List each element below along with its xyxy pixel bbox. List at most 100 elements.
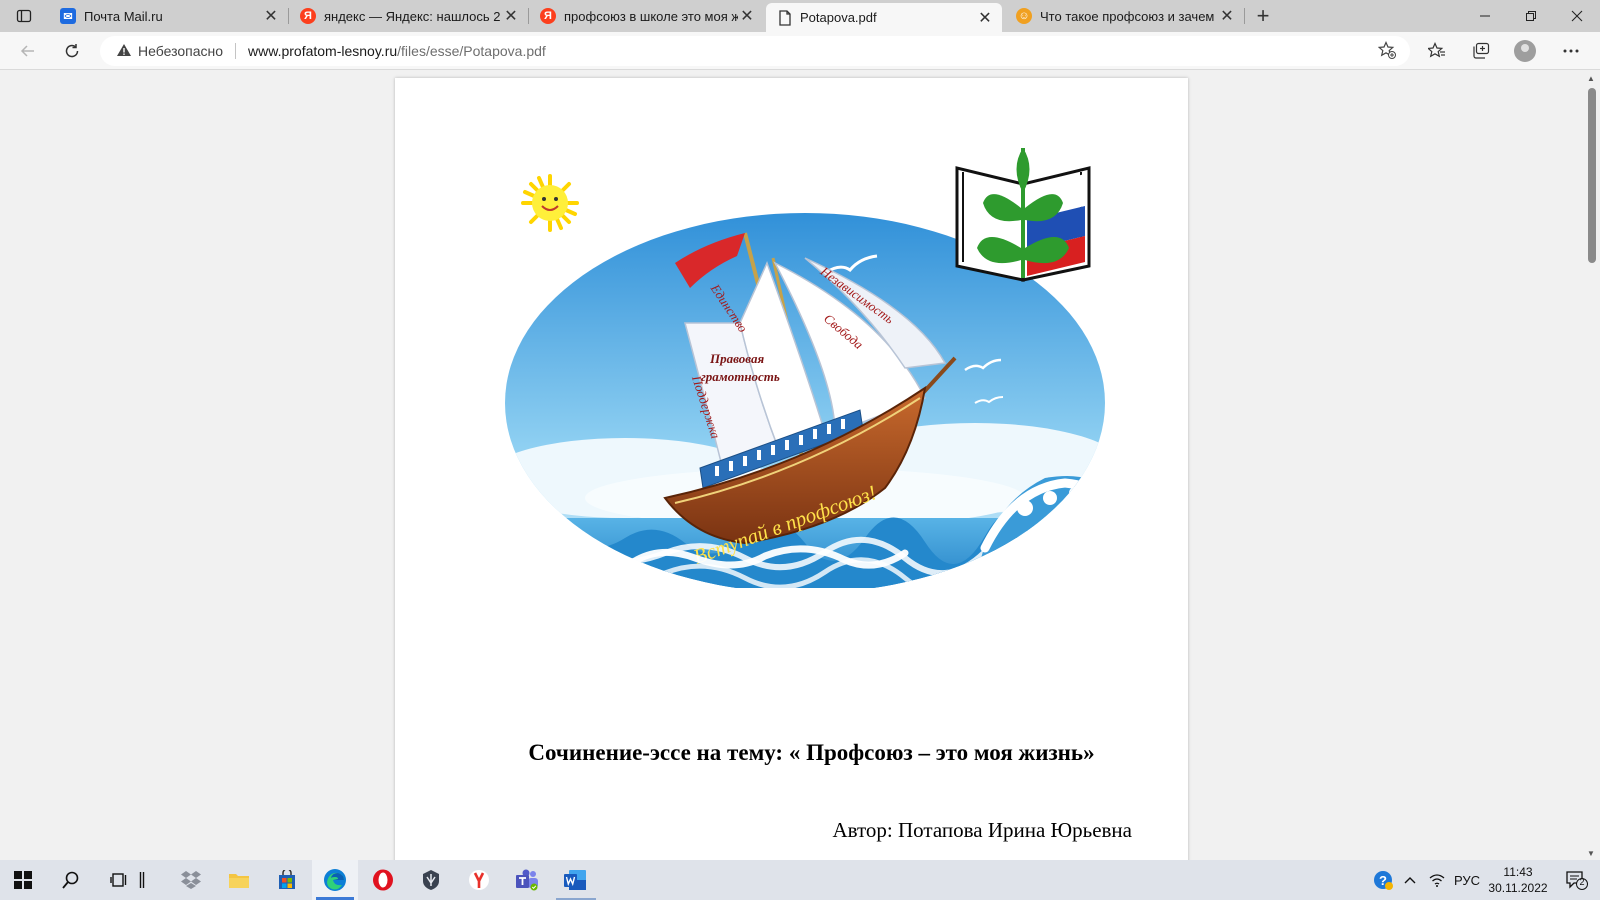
tab-actions-icon bbox=[16, 9, 32, 23]
profsoyuz-emblem-logo bbox=[955, 148, 1091, 282]
file-explorer-app[interactable] bbox=[216, 860, 262, 900]
task-view-icon bbox=[110, 873, 127, 887]
address-bar[interactable]: Небезопасно www.profatom-lesnoy.ru/files… bbox=[100, 36, 1410, 66]
security-status[interactable]: Небезопасно bbox=[138, 43, 223, 59]
scrollbar-thumb[interactable] bbox=[1588, 88, 1596, 263]
world-of-warships-app[interactable] bbox=[408, 860, 454, 900]
new-tab-button[interactable]: + bbox=[1250, 3, 1276, 28]
dropbox-app[interactable] bbox=[168, 860, 214, 900]
minimize-button[interactable] bbox=[1462, 0, 1508, 32]
microsoft-store-app[interactable] bbox=[264, 860, 310, 900]
start-button[interactable] bbox=[0, 860, 46, 900]
url-host: www.profatom-lesnoy.ru bbox=[248, 43, 398, 59]
tab-potapova-pdf[interactable]: Potapova.pdf ✕ bbox=[766, 3, 1002, 32]
pdf-viewer[interactable]: Единство Независимость Свобода Правовая … bbox=[0, 70, 1584, 860]
store-bag-icon bbox=[279, 870, 295, 889]
tab-title: Почта Mail.ru bbox=[84, 8, 163, 24]
tab-yandex-profsoyuz[interactable]: Я профсоюз в школе это моя жизнь ✕ bbox=[528, 0, 764, 32]
search-icon bbox=[62, 871, 79, 889]
back-arrow-icon bbox=[20, 45, 34, 57]
dropbox-icon bbox=[181, 871, 201, 889]
yandex-icon: Я bbox=[540, 8, 556, 24]
notification-count: 2 bbox=[1579, 877, 1585, 887]
show-hidden-icons-button[interactable] bbox=[1398, 860, 1422, 900]
restore-button[interactable] bbox=[1508, 0, 1554, 32]
refresh-icon bbox=[65, 44, 79, 58]
profile-icon: ☺ bbox=[1016, 8, 1032, 24]
notifications-button[interactable]: 2 bbox=[1560, 860, 1594, 900]
vertical-scrollbar[interactable]: ▲ ▼ bbox=[1584, 70, 1600, 860]
warships-icon bbox=[423, 870, 439, 890]
edge-browser-icon bbox=[324, 869, 346, 891]
yandex-icon: Я bbox=[300, 8, 316, 24]
close-tab-icon[interactable]: ✕ bbox=[502, 7, 520, 25]
tab-title: Что такое профсоюз и зачем он bbox=[1040, 8, 1218, 24]
tab-mail[interactable]: ✉ Почта Mail.ru ✕ bbox=[48, 0, 289, 32]
taskbar-divider-icon bbox=[130, 860, 154, 900]
close-tab-icon[interactable]: ✕ bbox=[262, 7, 280, 25]
teams-icon bbox=[516, 869, 538, 891]
tab-separator bbox=[1244, 8, 1245, 24]
more-dots-icon bbox=[1563, 49, 1579, 53]
browser-toolbar: Небезопасно www.profatom-lesnoy.ru/files… bbox=[0, 32, 1600, 70]
warning-triangle-icon bbox=[116, 43, 132, 60]
collections-icon bbox=[1473, 42, 1490, 59]
close-tab-icon[interactable]: ✕ bbox=[1218, 7, 1236, 25]
system-clock[interactable]: 11:43 30.11.2022 bbox=[1478, 864, 1558, 896]
url-text[interactable]: www.profatom-lesnoy.ru/files/esse/Potapo… bbox=[248, 43, 546, 59]
scroll-up-arrow-icon[interactable]: ▲ bbox=[1587, 74, 1595, 83]
tab-title: профсоюз в школе это моя жизнь bbox=[564, 8, 738, 24]
tab-title: Potapova.pdf bbox=[800, 10, 877, 25]
tab-strip: ✉ Почта Mail.ru ✕ Я яндекс — Яндекс: наш… bbox=[0, 0, 1600, 32]
sun-icon bbox=[521, 174, 579, 232]
pdf-page: Единство Независимость Свобода Правовая … bbox=[395, 78, 1188, 860]
tab-chto-takoe-profsoyuz[interactable]: ☺ Что такое профсоюз и зачем он ✕ bbox=[1004, 0, 1245, 32]
teams-app[interactable] bbox=[504, 860, 550, 900]
settings-more-button[interactable] bbox=[1558, 39, 1584, 63]
opera-icon bbox=[373, 869, 393, 891]
yandex-browser-app[interactable] bbox=[456, 860, 502, 900]
sail-word-pravovaya: Правовая bbox=[709, 351, 764, 366]
close-tab-icon[interactable]: ✕ bbox=[976, 9, 994, 27]
chevron-up-icon bbox=[1404, 877, 1416, 884]
word-app[interactable] bbox=[552, 860, 598, 900]
favorites-button[interactable] bbox=[1424, 39, 1450, 63]
url-path: /files/esse/Potapova.pdf bbox=[397, 43, 546, 59]
document-icon bbox=[779, 9, 791, 26]
restore-icon bbox=[1526, 11, 1536, 21]
tab-yandex-search[interactable]: Я яндекс — Яндекс: нашлось 2 млн ✕ bbox=[288, 0, 529, 32]
edge-app[interactable] bbox=[312, 860, 358, 900]
help-tray-button[interactable]: ? bbox=[1368, 860, 1398, 900]
folder-icon bbox=[229, 874, 249, 888]
sail-word-gramotnost: грамотность bbox=[701, 369, 780, 384]
windows-logo-icon bbox=[14, 871, 32, 889]
minimize-icon bbox=[1480, 15, 1490, 17]
windows-taskbar: ? РУС 11:43 30.11.2022 2 bbox=[0, 860, 1600, 900]
yandex-browser-icon bbox=[469, 870, 489, 890]
profile-avatar[interactable] bbox=[1514, 40, 1536, 62]
help-question-icon: ? bbox=[1374, 871, 1393, 890]
wifi-icon bbox=[1429, 874, 1445, 887]
scroll-down-arrow-icon[interactable]: ▼ bbox=[1587, 849, 1595, 858]
essay-title: Сочинение-эссе на тему: « Профсоюз – это… bbox=[528, 740, 1095, 765]
tab-actions-button[interactable] bbox=[8, 4, 40, 28]
star-add-icon bbox=[1377, 41, 1396, 59]
profsoyuz-ship-illustration: Единство Независимость Свобода Правовая … bbox=[505, 148, 1105, 588]
search-button[interactable] bbox=[48, 860, 94, 900]
word-icon bbox=[564, 870, 586, 890]
close-icon bbox=[1571, 10, 1583, 22]
add-favorite-button[interactable] bbox=[1377, 41, 1396, 64]
essay-author: Автор: Потапова Ирина Юрьевна bbox=[832, 818, 1132, 842]
address-divider bbox=[235, 43, 237, 59]
close-window-button[interactable] bbox=[1554, 0, 1600, 32]
collections-button[interactable] bbox=[1468, 39, 1494, 63]
opera-app[interactable] bbox=[360, 860, 406, 900]
close-tab-icon[interactable]: ✕ bbox=[738, 7, 756, 25]
clock-time: 11:43 bbox=[1503, 865, 1533, 879]
back-button[interactable] bbox=[14, 37, 42, 65]
refresh-button[interactable] bbox=[58, 37, 86, 65]
network-tray-button[interactable] bbox=[1424, 860, 1450, 900]
favorites-icon bbox=[1428, 42, 1445, 58]
clock-date: 30.11.2022 bbox=[1488, 881, 1548, 895]
tab-title: яндекс — Яндекс: нашлось 2 млн bbox=[324, 8, 502, 24]
